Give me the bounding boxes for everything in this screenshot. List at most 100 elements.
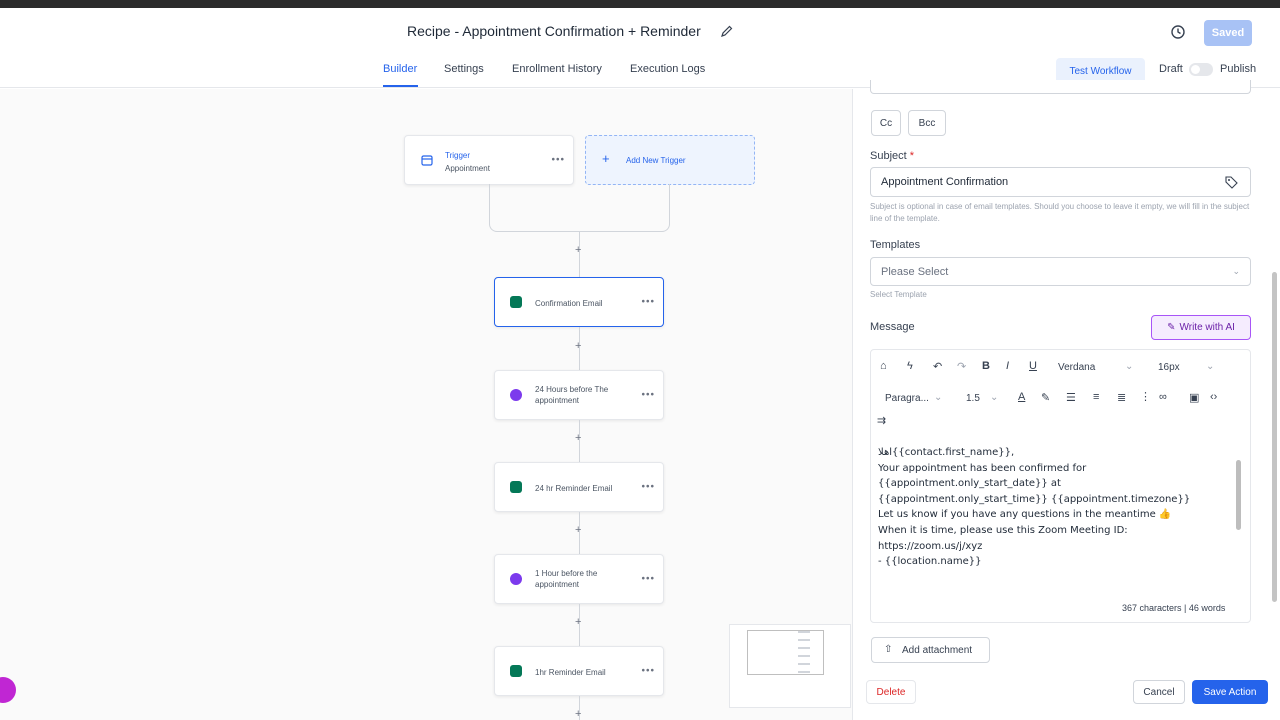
add-step-plus-icon[interactable]: +: [575, 244, 581, 256]
highlight-icon[interactable]: ✎: [1041, 391, 1050, 404]
message-line: https://zoom.us/j/xyz: [878, 540, 983, 552]
more-icon[interactable]: •••: [641, 297, 655, 308]
browser-top-strip: [0, 0, 1280, 8]
editor-scroll-thumb[interactable]: [1236, 460, 1241, 530]
line-height-select[interactable]: 1.5: [966, 393, 980, 404]
add-step-plus-icon[interactable]: +: [575, 432, 581, 444]
chevron-down-icon: ⌄: [1125, 361, 1134, 372]
message-label: Message: [870, 321, 915, 333]
plus-icon: +: [602, 151, 610, 166]
message-body[interactable]: اهلا{{contact.first_name}}, Your appointm…: [878, 445, 1190, 570]
templates-placeholder: Please Select: [881, 265, 949, 278]
workflow-node-24h-wait[interactable]: 24 Hours before The appointment •••: [494, 370, 664, 420]
workflow-node-confirmation-email[interactable]: Confirmation Email •••: [494, 277, 664, 327]
bullet-list-icon[interactable]: ☰: [1066, 391, 1076, 404]
minimap-node: [798, 663, 810, 665]
pencil-icon[interactable]: [720, 24, 734, 38]
tag-icon[interactable]: [1225, 176, 1238, 189]
numbered-list-icon[interactable]: ≡: [1093, 391, 1099, 403]
write-with-ai-button[interactable]: ✎ Write with AI: [1151, 315, 1251, 340]
image-icon[interactable]: ▣: [1189, 391, 1199, 404]
add-new-trigger-button[interactable]: + Add New Trigger: [585, 135, 755, 185]
delete-button[interactable]: Delete: [866, 680, 916, 704]
workflow-node-1hr-reminder-email[interactable]: 1hr Reminder Email •••: [494, 646, 664, 696]
font-family-select[interactable]: Verdana: [1058, 362, 1095, 373]
chevron-down-icon: ⌄: [1232, 266, 1240, 276]
workflow-header: Recipe - Appointment Confirmation + Remi…: [0, 8, 1280, 56]
workflow-canvas[interactable]: Trigger Appointment ••• + Add New Trigge…: [0, 89, 852, 720]
more-icon[interactable]: •••: [641, 482, 655, 493]
underline-icon[interactable]: U: [1029, 360, 1037, 372]
minimap-node: [798, 647, 810, 649]
magic-wand-icon: ✎: [1167, 322, 1176, 333]
saved-button[interactable]: Saved: [1204, 20, 1252, 46]
write-ai-label: Write with AI: [1179, 322, 1235, 333]
email-icon: [510, 665, 522, 677]
trigger-node[interactable]: Trigger Appointment •••: [404, 135, 574, 185]
message-line: {{appointment.only_start_time}} {{appoin…: [878, 493, 1191, 505]
add-step-plus-icon[interactable]: +: [575, 524, 581, 536]
tab-settings[interactable]: Settings: [444, 63, 484, 75]
trigger-connector: [489, 184, 670, 232]
publish-toggle[interactable]: [1189, 63, 1213, 76]
add-step-plus-icon[interactable]: +: [575, 708, 581, 720]
message-line: - {{location.name}}: [878, 556, 982, 568]
subject-input[interactable]: Appointment Confirmation: [870, 167, 1251, 197]
text-color-icon[interactable]: A: [1018, 391, 1025, 403]
panel-scroll-thumb[interactable]: [1272, 272, 1277, 602]
email-icon: [510, 481, 522, 493]
more-icon[interactable]: •••: [641, 390, 655, 401]
tab-enrollment-history[interactable]: Enrollment History: [512, 63, 602, 75]
add-step-plus-icon[interactable]: +: [575, 616, 581, 628]
templates-help-text: Select Template: [870, 290, 927, 299]
message-line: اهلا{{contact.first_name}},: [878, 447, 1015, 458]
cancel-button[interactable]: Cancel: [1133, 680, 1185, 704]
clear-format-icon[interactable]: ⇉: [877, 414, 886, 427]
link-icon[interactable]: ∞: [1159, 391, 1167, 403]
add-trigger-label: Add New Trigger: [626, 156, 686, 165]
undo-icon[interactable]: ↶: [933, 360, 942, 373]
redo-icon[interactable]: ↷: [957, 360, 966, 373]
trigger-links-icon[interactable]: ϟ: [907, 360, 913, 372]
workflow-title: Recipe - Appointment Confirmation + Remi…: [407, 23, 701, 39]
calendar-icon: [421, 155, 433, 166]
save-action-button[interactable]: Save Action: [1192, 680, 1268, 704]
tab-builder[interactable]: Builder: [383, 63, 417, 75]
add-step-plus-icon[interactable]: +: [575, 340, 581, 352]
workflow-node-24hr-reminder-email[interactable]: 24 hr Reminder Email •••: [494, 462, 664, 512]
tag-icon[interactable]: ⌂: [880, 360, 887, 372]
trigger-subtitle: Appointment: [445, 164, 490, 173]
minimap-node: [798, 655, 810, 657]
code-icon[interactable]: ‹›: [1210, 391, 1217, 403]
chevron-down-icon: ⌄: [934, 392, 943, 403]
subject-label: Subject *: [870, 150, 915, 162]
add-attachment-button[interactable]: ⇧ Add attachment: [871, 637, 990, 663]
paragraph-select[interactable]: Paragra...: [885, 393, 929, 404]
templates-select[interactable]: Please Select ⌄: [870, 257, 1251, 286]
workflow-node-1h-wait[interactable]: 1 Hour before the appointment •••: [494, 554, 664, 604]
chat-widget-button[interactable]: [0, 677, 16, 703]
more-icon[interactable]: •••: [641, 666, 655, 677]
italic-icon[interactable]: I: [1006, 360, 1009, 372]
bold-icon[interactable]: B: [982, 360, 990, 372]
subject-value: Appointment Confirmation: [881, 176, 1009, 188]
minimap-viewport: [747, 630, 824, 675]
message-line: Let us know if you have any questions in…: [878, 509, 1172, 521]
history-icon[interactable]: [1170, 24, 1186, 40]
more-icon[interactable]: •••: [641, 574, 655, 585]
recipient-field[interactable]: [870, 80, 1251, 94]
font-size-select[interactable]: 16px: [1158, 362, 1180, 373]
align-icon[interactable]: ≣: [1117, 391, 1126, 404]
tab-execution-logs[interactable]: Execution Logs: [630, 63, 705, 75]
bcc-button[interactable]: Bcc: [908, 110, 946, 136]
cc-button[interactable]: Cc: [871, 110, 901, 136]
canvas-minimap[interactable]: [729, 624, 851, 708]
clock-icon: [510, 389, 522, 401]
node-label: 24 Hours before The appointment: [535, 385, 609, 405]
more-vertical-icon[interactable]: ⋮: [1140, 390, 1151, 403]
add-attachment-label: Add attachment: [902, 645, 973, 656]
node-label: Confirmation Email: [535, 299, 603, 308]
minimap-node: [798, 671, 810, 673]
more-icon[interactable]: •••: [551, 155, 565, 166]
templates-label: Templates: [870, 239, 921, 251]
